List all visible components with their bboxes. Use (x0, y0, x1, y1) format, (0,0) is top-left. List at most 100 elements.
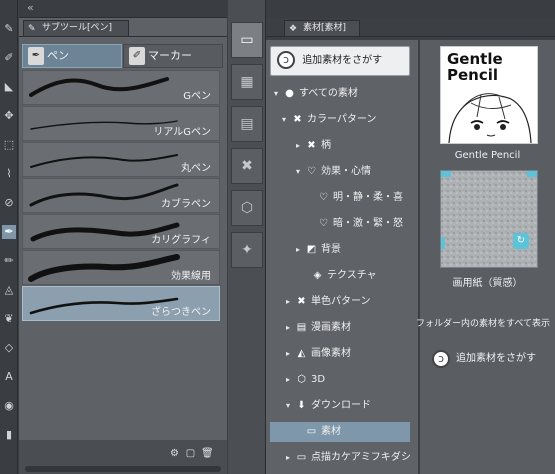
settings-icon[interactable]: ⚙ (169, 448, 180, 459)
cube-icon[interactable]: ⬡ (231, 190, 263, 226)
text-icon[interactable]: A (2, 370, 16, 384)
brush-item[interactable]: カブラペン (22, 178, 220, 213)
chevron-down-icon[interactable]: ▾ (274, 84, 283, 104)
search-materials-link[interactable]: ↄ 追加素材をさがす (428, 346, 553, 372)
color-pattern-icon[interactable]: ✖ (231, 148, 263, 184)
tree-node[interactable]: ◈ テクスチャ (266, 266, 418, 286)
chevron-down-icon[interactable]: ▾ (286, 396, 295, 416)
chevron-right-icon[interactable]: ▸ (286, 318, 295, 338)
subtool-bottom-bar: ⚙ ▢ 🗑 (19, 440, 227, 474)
copy-subtool-icon[interactable]: ▢ (185, 448, 196, 459)
chevron-right-icon[interactable]: ▸ (286, 292, 295, 312)
tree-node[interactable]: ▸ ◩ 背景 (266, 240, 418, 260)
chevron-right-icon[interactable]: ▸ (286, 344, 295, 364)
select-rect-icon[interactable]: ⬚ (2, 138, 16, 152)
tree-node[interactable]: ♡ 暗・激・緊・怒 (266, 214, 418, 234)
tree-node[interactable]: ▾ ⬇ ダウンロード (266, 396, 418, 416)
material-titlebar: « (228, 0, 555, 18)
background-icon: ◩ (306, 244, 317, 255)
tree-node[interactable]: ▾ ✖ カラーパターン (266, 110, 418, 130)
heart-icon: ♡ (319, 218, 328, 229)
brush-item[interactable]: 効果線用 (22, 250, 220, 285)
corner-marker (527, 171, 537, 177)
tree-node-label: 漫画素材 (311, 322, 351, 333)
tree-node[interactable]: ▸ ⬡ 3D (266, 370, 418, 390)
brush-label: カリグラフィ (151, 235, 211, 246)
chevron-down-icon[interactable]: ▾ (296, 162, 305, 182)
cube-icon: ⬡ (297, 374, 306, 385)
tab-material[interactable]: ❖ 素材[素材] (284, 20, 360, 36)
eyedropper-icon[interactable]: ⊘ (2, 196, 16, 210)
pen-nib-icon[interactable]: ✎ (2, 22, 16, 36)
chevron-down-icon[interactable]: ▾ (282, 110, 291, 130)
group-tab-marker[interactable]: ✐ マーカー (123, 44, 223, 68)
tree-node[interactable]: ♡ 明・静・柔・喜 (266, 188, 418, 208)
figure-icon[interactable]: ◇ (2, 341, 16, 355)
material-tab-icon: ❖ (289, 24, 298, 34)
cloud-download-icon[interactable]: ↻ (513, 233, 529, 249)
tree-node[interactable]: ▸ ✖ 単色パターン (266, 292, 418, 312)
fill-icon[interactable]: ◉ (2, 399, 16, 413)
brush-stroke-preview (29, 77, 169, 97)
tree-node[interactable]: ▸ ◭ 画像素材 (266, 344, 418, 364)
brush-item[interactable]: 丸ペン (22, 142, 220, 177)
brush-stroke-preview (28, 254, 180, 282)
folder-open-icon[interactable]: ▭ (231, 22, 263, 58)
material-tree: ↄ 追加素材をさがす ▾ ● すべての素材 ▾ ✖ カラーパターン ▸ ✖ 柄 ▾ ♡ 効果・心情 ♡ 明… (266, 40, 418, 474)
tool-strip: ✎ ✐ ◣ ✥ ⬚ ⌇ ⊘ ✒ ✏ ◬ ❦ ◇ A ◉ ▮ (0, 0, 18, 474)
pen-nib-icon: ✒ (28, 47, 44, 65)
tree-node-label: すべての素材 (299, 88, 358, 99)
heart-icon: ♡ (307, 166, 316, 177)
tree-node[interactable]: ▸ ▤ 漫画素材 (266, 318, 418, 338)
decoration-icon[interactable]: ❦ (2, 312, 16, 326)
pencil-icon[interactable]: ✏ (2, 254, 16, 268)
chevron-right-icon[interactable]: ▸ (296, 240, 305, 260)
brush-item[interactable]: リアルGペン (22, 106, 220, 141)
material-side-strip: ▭ ▦ ▤ ✖ ⬡ ✦ (228, 0, 266, 474)
tree-node-label: 柄 (321, 140, 331, 151)
subtool-titlebar: « (19, 0, 227, 18)
tree-node[interactable]: ▸ ✖ 柄 (266, 136, 418, 156)
brush-item[interactable]: ざらつきペン (22, 286, 220, 321)
tree-node[interactable]: ▭ 素材 (270, 422, 410, 442)
chevron-right-icon[interactable]: ▸ (286, 448, 295, 468)
collapse-arrow-icon[interactable]: « (27, 1, 34, 14)
group-tab-pen[interactable]: ✒ ペン (22, 44, 122, 68)
tree-node[interactable]: ▾ ● すべての素材 (266, 84, 418, 104)
delete-icon[interactable]: 🗑 (201, 448, 214, 459)
thumbnail-drawing-paper[interactable]: ↻ (440, 170, 538, 268)
brush-stroke-preview (30, 154, 178, 168)
manga-material-icon[interactable]: ▤ (231, 106, 263, 142)
tab-subtool[interactable]: ✎ サブツール[ペン] (23, 20, 129, 36)
brush-icon[interactable]: ✐ (2, 51, 16, 65)
brush-list: Gペン リアルGペン丸ペンカブラペンカリグラフィ効果線用 ざらつきペン (19, 70, 227, 438)
swirl-icon: ↄ (277, 51, 295, 69)
tree-node-label: 素材 (321, 426, 341, 437)
thumbnail-gentle-pencil[interactable]: Gentle Pencil (440, 46, 538, 144)
figure-icon[interactable]: ✦ (231, 232, 263, 268)
pencil-sketch-icon (448, 93, 532, 143)
airbrush-icon[interactable]: ◬ (2, 283, 16, 297)
chevron-right-icon[interactable]: ▸ (286, 370, 295, 390)
gradient-icon[interactable]: ▮ (2, 428, 16, 442)
brush-label: 丸ペン (181, 163, 211, 174)
move-icon[interactable]: ✥ (2, 109, 16, 123)
chevron-right-icon[interactable]: ▸ (296, 136, 305, 156)
tree-node-label: 効果・心情 (321, 166, 371, 177)
tree-node[interactable]: ▾ ♡ 効果・心情 (266, 162, 418, 182)
lasso-icon[interactable]: ⌇ (2, 167, 16, 181)
tree-node-label: 点描カケアミフキダシ (311, 452, 411, 463)
eraser-icon[interactable]: ◣ (2, 80, 16, 94)
pattern-tile-icon[interactable]: ▦ (231, 64, 263, 100)
tree-node-label: 明・静・柔・喜 (333, 192, 403, 203)
brush-item[interactable]: Gペン (22, 70, 220, 105)
pen-icon[interactable]: ✒ (2, 225, 16, 239)
search-materials-button[interactable]: ↄ 追加素材をさがす (270, 46, 410, 76)
brush-item[interactable]: カリグラフィ (22, 214, 220, 249)
tree-node-label: 単色パターン (311, 296, 371, 307)
heart-icon: ♡ (319, 192, 328, 203)
show-all-in-folder-label[interactable]: フォルダー内の素材をすべて表示 (408, 316, 555, 329)
horizontal-scrollbar[interactable] (25, 466, 221, 472)
paper-texture-icon (441, 171, 537, 267)
tree-node[interactable]: ▸ ▭ 点描カケアミフキダシ (266, 448, 418, 468)
